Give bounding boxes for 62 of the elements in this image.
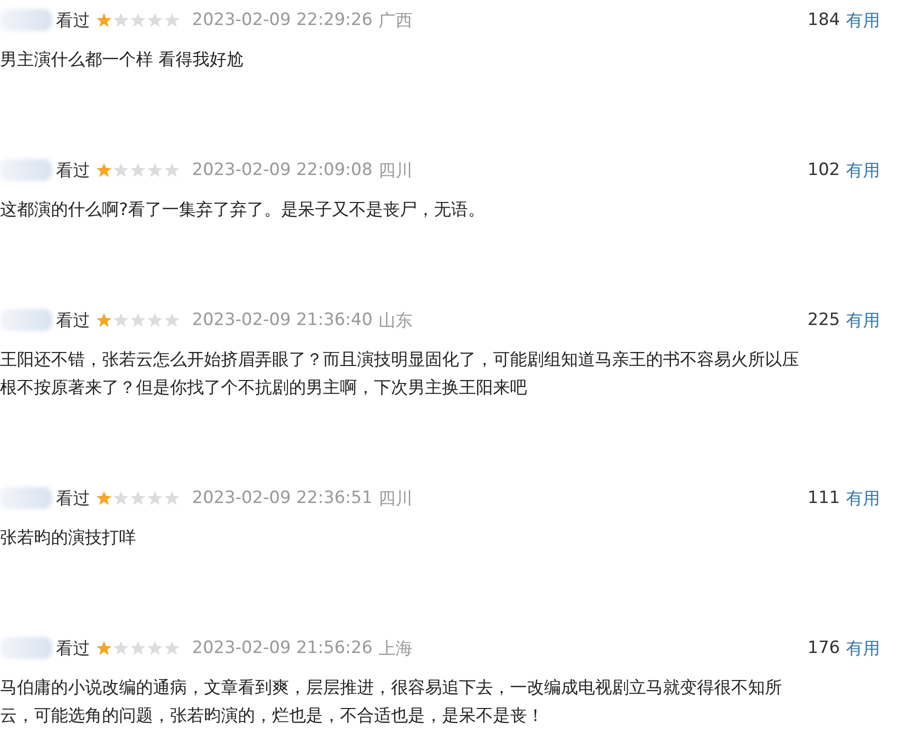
star-icon — [113, 162, 129, 178]
star-icon — [164, 490, 180, 506]
review-location: 四川 — [378, 160, 413, 182]
review-time: 2023-02-09 21:36:40 — [192, 310, 373, 330]
star-icon — [113, 490, 129, 506]
review-location: 山东 — [378, 310, 413, 332]
review-location: 上海 — [378, 638, 413, 660]
review-text: 云，可能选角的问题，张若昀演的，烂也是，不合适也是，是呆不是丧！ — [0, 705, 545, 728]
watch-status: 看过 — [56, 160, 90, 182]
star-icon — [96, 640, 112, 656]
review-time: 2023-02-09 21:56:26 — [192, 638, 373, 658]
star-icon — [130, 12, 146, 28]
star-icon — [147, 312, 163, 328]
star-icon — [113, 312, 129, 328]
star-icon — [113, 12, 129, 28]
review-text: 王阳还不错，张若云怎么开始挤眉弄眼了？而且演技明显固化了，可能剧组知道马亲王的书不容易火所以压 — [0, 349, 800, 372]
blurred-username — [0, 637, 52, 659]
useful-link[interactable]: 有用 — [846, 486, 880, 510]
blurred-username — [0, 9, 52, 31]
watch-status: 看过 — [56, 638, 90, 660]
review-location: 四川 — [378, 488, 413, 510]
watch-status: 看过 — [56, 10, 90, 32]
star-icon — [147, 162, 163, 178]
useful-link[interactable]: 有用 — [846, 8, 880, 32]
star-icon — [147, 640, 163, 656]
star-icon — [130, 490, 146, 506]
star-icon — [96, 12, 112, 28]
blurred-username — [0, 487, 52, 509]
star-icon — [96, 312, 112, 328]
star-icon — [130, 162, 146, 178]
review-time: 2023-02-09 22:36:51 — [192, 488, 373, 508]
star-icon — [147, 12, 163, 28]
blurred-username — [0, 309, 52, 331]
useful-link[interactable]: 有用 — [846, 308, 880, 332]
star-icon — [96, 490, 112, 506]
star-icon — [164, 312, 180, 328]
star-icon — [147, 490, 163, 506]
review-text: 根不按原著来了？但是你找了个不抗剧的男主啊，下次男主换王阳来吧 — [0, 377, 528, 400]
useful-link[interactable]: 有用 — [846, 158, 880, 182]
review-text: 马伯庸的小说改编的通病，文章看到爽，层层推进，很容易追下去，一改编成电视剧立马就变得很不知所 — [0, 677, 783, 700]
star-icon — [164, 640, 180, 656]
review-text: 男主演什么都一个样 看得我好尬 — [0, 49, 244, 72]
star-icon — [130, 312, 146, 328]
vote-count: 111 — [808, 488, 840, 508]
vote-count: 184 — [808, 10, 840, 30]
watch-status: 看过 — [56, 310, 90, 332]
vote-count: 102 — [808, 160, 840, 180]
review-location: 广西 — [378, 10, 413, 32]
star-icon — [96, 162, 112, 178]
blurred-username — [0, 159, 52, 181]
useful-link[interactable]: 有用 — [846, 636, 880, 660]
star-icon — [113, 640, 129, 656]
vote-count: 176 — [808, 638, 840, 658]
review-time: 2023-02-09 22:29:26 — [192, 10, 373, 30]
star-icon — [130, 640, 146, 656]
vote-count: 225 — [808, 310, 840, 330]
review-time: 2023-02-09 22:09:08 — [192, 160, 373, 180]
star-icon — [164, 162, 180, 178]
review-text: 这都演的什么啊?看了一集弃了弃了。是呆子又不是丧尸，无语。 — [0, 199, 486, 222]
star-icon — [164, 12, 180, 28]
review-text: 张若昀的演技打咩 — [0, 527, 137, 550]
watch-status: 看过 — [56, 488, 90, 510]
